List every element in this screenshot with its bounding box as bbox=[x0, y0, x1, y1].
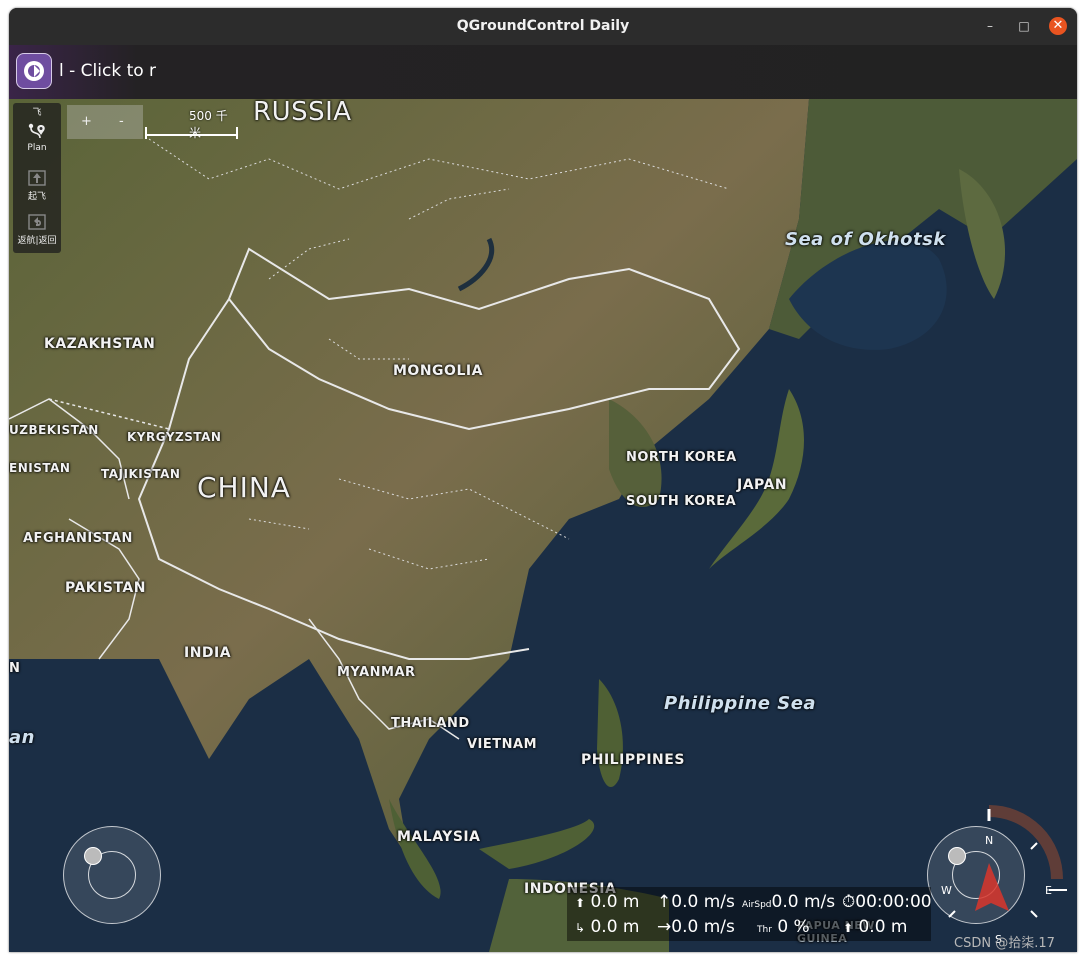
compass-east: E bbox=[1045, 884, 1052, 897]
map-label-japan: JAPAN bbox=[737, 477, 788, 493]
stopwatch-icon: ⏱ bbox=[842, 892, 856, 912]
ground-speed-value: →0.0 m/s bbox=[657, 917, 735, 937]
satellite-map-icon bbox=[9, 99, 1077, 952]
tool-plan[interactable]: Plan bbox=[13, 121, 61, 153]
plan-route-icon bbox=[28, 123, 45, 139]
tool-fly[interactable]: 飞 bbox=[13, 105, 61, 118]
map-label-russia: RUSSIA bbox=[253, 99, 352, 127]
home-distance-value: ⬆ 0.0 m bbox=[843, 917, 908, 937]
map-label-left-n: N bbox=[9, 661, 21, 676]
main-toolbar: l - Click to r bbox=[9, 45, 1077, 99]
map-scale: 500 千米 bbox=[145, 105, 239, 140]
watermark: CSDN @拾柒.17 bbox=[954, 936, 1055, 951]
map-label-malaysia: MALAYSIA bbox=[397, 829, 481, 845]
plan-toolbar: 飞 Plan 起飞 返航|返回 bbox=[13, 103, 61, 253]
compass-icon: N E S W bbox=[941, 805, 1067, 946]
tool-return[interactable]: 返航|返回 bbox=[13, 211, 61, 246]
map-label-afghanistan: AFGHANISTAN bbox=[23, 531, 133, 546]
compass-north: N bbox=[985, 834, 993, 847]
climb-rate-value: ↑0.0 m/s bbox=[657, 892, 735, 912]
map-label-kazakhstan: KAZAKHSTAN bbox=[44, 336, 156, 352]
altitude-value: ⬆ 0.0 m bbox=[575, 892, 640, 912]
plan-label: Plan bbox=[27, 143, 47, 153]
app-window: QGroundControl Daily – □ ✕ l - Click to … bbox=[9, 8, 1077, 952]
map-label-south-korea: SOUTH KOREA bbox=[626, 494, 737, 509]
fly-glyph: 飞 bbox=[32, 108, 42, 118]
minimize-button[interactable]: – bbox=[981, 17, 999, 35]
distance-value: ↳ 0.0 m bbox=[575, 917, 640, 937]
return-label: 返航|返回 bbox=[17, 236, 57, 246]
status-message[interactable]: l - Click to r bbox=[59, 61, 156, 81]
telemetry-panel: ⬆ 0.0 m ↑0.0 m/s AirSpd0.0 m/s ⏱00:00:00… bbox=[567, 887, 932, 941]
flight-time-value: ⏱00:00:00 bbox=[842, 892, 932, 912]
map-label-thailand: THAILAND bbox=[391, 716, 470, 731]
map-label-turkmenistan: ENISTAN bbox=[9, 461, 71, 475]
compass-west: W bbox=[941, 884, 952, 897]
climb-arrow-icon: ↑ bbox=[657, 892, 672, 912]
zoom-in-button[interactable]: + bbox=[81, 114, 92, 129]
altitude-icon: ⬆ bbox=[575, 896, 586, 910]
right-arrow-icon: → bbox=[657, 917, 672, 937]
return-icon bbox=[28, 214, 46, 230]
home-arrow-icon: ⬆ bbox=[843, 921, 854, 935]
close-button[interactable]: ✕ bbox=[1049, 17, 1067, 35]
window-title: QGroundControl Daily bbox=[456, 18, 630, 34]
throttle-value: Thr 0 % bbox=[757, 917, 810, 937]
tool-takeoff[interactable]: 起飞 bbox=[13, 167, 61, 202]
zoom-controls: + - bbox=[67, 105, 143, 139]
map-view[interactable]: RUSSIA Sea of Okhotsk KAZAKHSTAN MONGOLI… bbox=[9, 99, 1077, 952]
scale-bar-icon bbox=[145, 127, 238, 139]
joystick-thumb[interactable] bbox=[84, 847, 102, 865]
map-label-left-an: an bbox=[9, 727, 35, 748]
takeoff-icon bbox=[28, 170, 46, 186]
map-label-philippine-sea: Philippine Sea bbox=[664, 693, 817, 714]
zoom-out-button[interactable]: - bbox=[119, 114, 124, 129]
map-label-kyrgyzstan: KYRGYZSTAN bbox=[127, 430, 222, 444]
qgc-logo-icon[interactable] bbox=[16, 53, 52, 89]
map-label-tajikistan: TAJIKISTAN bbox=[101, 467, 181, 481]
map-label-north-korea: NORTH KOREA bbox=[626, 450, 737, 465]
title-bar: QGroundControl Daily – □ ✕ bbox=[9, 8, 1077, 45]
map-label-vietnam: VIETNAM bbox=[467, 737, 538, 752]
takeoff-label: 起飞 bbox=[27, 192, 46, 202]
map-label-mongolia: MONGOLIA bbox=[393, 363, 483, 379]
map-label-uzbekistan: UZBEKISTAN bbox=[9, 423, 99, 437]
left-virtual-joystick[interactable] bbox=[63, 826, 161, 924]
turn-arrow-icon: ↳ bbox=[575, 921, 586, 935]
map-label-india: INDIA bbox=[184, 645, 232, 661]
maximize-button[interactable]: □ bbox=[1015, 17, 1033, 35]
map-label-china: CHINA bbox=[197, 471, 291, 504]
map-label-sea-of-okhotsk: Sea of Okhotsk bbox=[785, 229, 946, 250]
map-label-myanmar: MYANMAR bbox=[337, 665, 416, 680]
map-label-philippines: PHILIPPINES bbox=[581, 752, 685, 768]
map-label-pakistan: PAKISTAN bbox=[65, 580, 146, 596]
airspeed-value: AirSpd0.0 m/s bbox=[742, 892, 836, 912]
